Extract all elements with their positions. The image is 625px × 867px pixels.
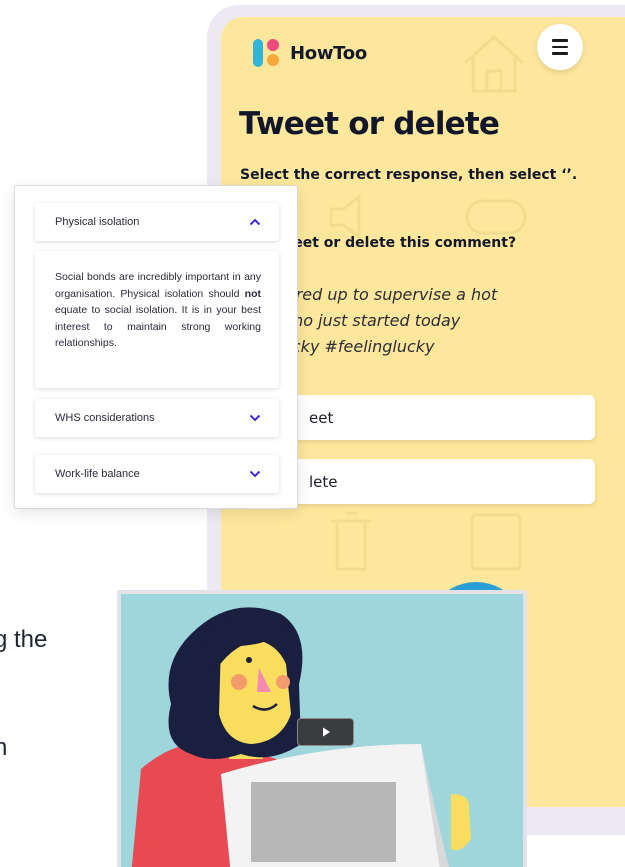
page-title: Tweet or delete [239,106,500,142]
video-player[interactable] [117,590,527,867]
accordion-item-label: Work-life balance [55,468,140,480]
accordion-item-label: WHS considerations [55,412,155,424]
picture-icon [470,513,522,571]
accordion-item-physical-isolation[interactable]: Physical isolation [35,203,279,241]
accordion-panel-text-end: equate to social isolation. It is in you… [55,304,261,350]
brand-logo[interactable]: HowToo [253,38,367,68]
instructions: Select the correct response, then select… [240,167,578,183]
play-button[interactable] [297,718,354,746]
accordion-panel-text: Social bonds are incredibly important in… [55,271,261,300]
play-icon [322,727,330,737]
accordion-item-whs-considerations[interactable]: WHS considerations [35,399,279,437]
chevron-up-icon [249,218,261,226]
chevron-down-icon [249,470,261,478]
background-text-line-2: n [0,734,8,761]
hamburger-icon [552,39,568,42]
accordion-panel-bold: not [244,287,261,300]
accordion-panel-physical-isolation: Social bonds are incredibly important in… [35,251,279,388]
accordion-item-work-life-balance[interactable]: Work-life balance [35,455,279,493]
brand-name: HowToo [290,42,367,64]
bin-icon [331,511,371,571]
menu-button[interactable] [537,24,583,70]
accordion-item-label: Physical isolation [55,216,140,228]
logo-mark [253,38,281,68]
background-text-line-1: g the [0,626,48,653]
accordion-card: Physical isolation Social bonds are incr… [14,185,298,509]
chevron-down-icon [249,414,261,422]
house-icon [463,34,525,93]
